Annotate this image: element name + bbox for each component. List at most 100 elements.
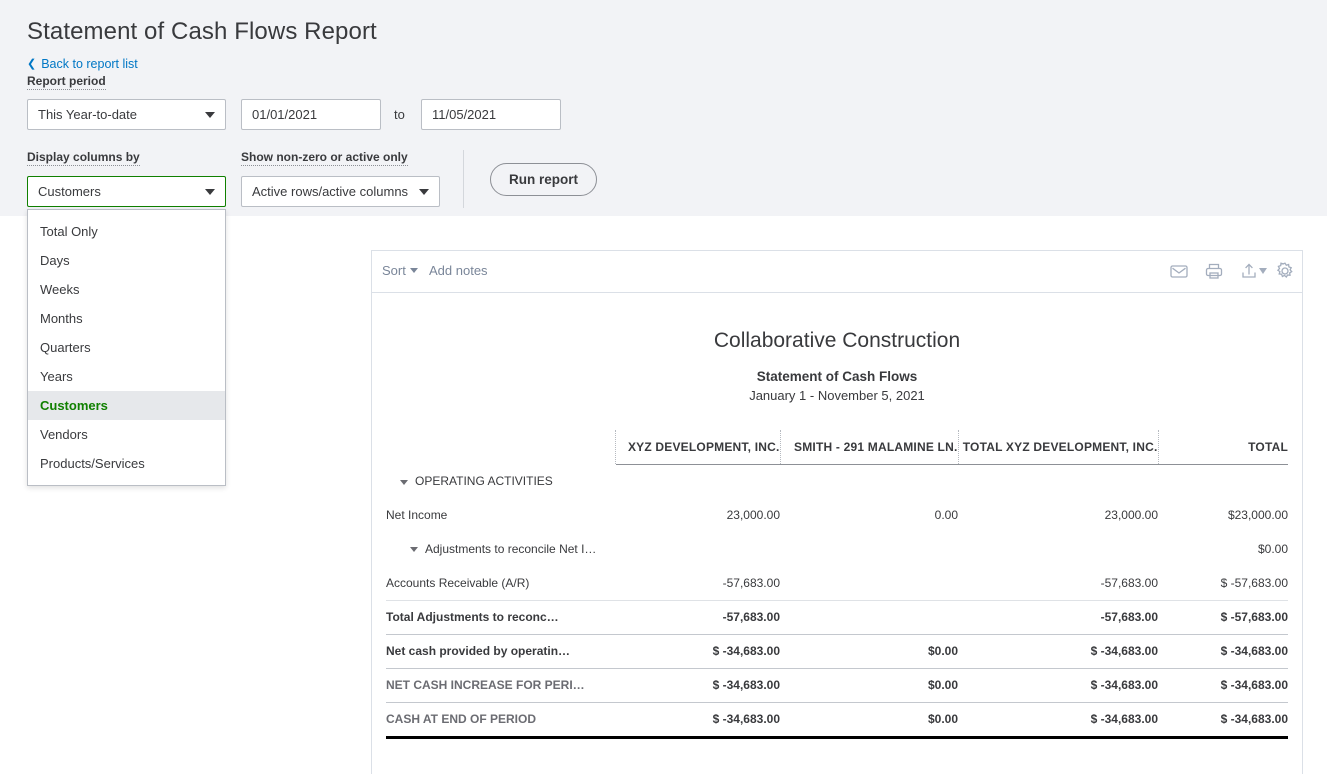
row-value-cell: -57,683.00 bbox=[615, 600, 780, 634]
dropdown-item-months[interactable]: Months bbox=[28, 304, 225, 333]
table-row: Adjustments to reconcile Net I… $0.00 bbox=[386, 532, 1288, 566]
show-nonzero-select[interactable]: Active rows/active columns bbox=[241, 176, 440, 207]
column-header-3: TOTAL XYZ DEVELOPMENT, INC. bbox=[958, 430, 1158, 464]
table-row: Accounts Receivable (A/R) -57,683.00 -57,6… bbox=[386, 566, 1288, 600]
email-icon[interactable] bbox=[1168, 260, 1190, 282]
row-value-cell: $23,000.00 bbox=[1158, 498, 1288, 532]
date-from-input[interactable]: 01/01/2021 bbox=[241, 99, 381, 130]
page-title: Statement of Cash Flows Report bbox=[27, 18, 377, 46]
toolbar-divider bbox=[463, 150, 464, 208]
dropdown-item-days[interactable]: Days bbox=[28, 246, 225, 275]
export-icon[interactable] bbox=[1238, 260, 1260, 282]
row-label: Total Adjustments to reconc… bbox=[386, 610, 559, 624]
table-row: Net cash provided by operatin…$ -34,683.… bbox=[386, 634, 1288, 668]
add-notes-button[interactable]: Add notes bbox=[429, 263, 488, 278]
row-value-cell: $ -34,683.00 bbox=[615, 634, 780, 668]
display-columns-label: Display columns by bbox=[27, 150, 140, 166]
show-nonzero-label: Show non-zero or active only bbox=[241, 150, 408, 166]
print-icon[interactable] bbox=[1203, 260, 1225, 282]
row-label-cell: Net cash provided by operatin… bbox=[386, 634, 615, 668]
run-report-button[interactable]: Run report bbox=[490, 163, 597, 196]
row-value-cell: -57,683.00 bbox=[958, 566, 1158, 600]
report-period-label: Report period bbox=[27, 74, 106, 90]
dropdown-item-total-only[interactable]: Total Only bbox=[28, 217, 225, 246]
row-value-cell: -57,683.00 bbox=[615, 566, 780, 600]
caret-down-icon[interactable] bbox=[400, 480, 408, 485]
row-label-cell: Total Adjustments to reconc… bbox=[386, 600, 615, 634]
table-head: XYZ DEVELOPMENT, INC.SMITH - 291 MALAMIN… bbox=[386, 430, 1288, 464]
row-label: OPERATING ACTIVITIES bbox=[415, 474, 553, 488]
date-range-to-label: to bbox=[394, 107, 405, 122]
row-value-cell bbox=[780, 600, 958, 634]
row-value-cell: 23,000.00 bbox=[958, 498, 1158, 532]
dropdown-item-vendors[interactable]: Vendors bbox=[28, 420, 225, 449]
report-period-select[interactable]: This Year-to-date bbox=[27, 99, 226, 130]
chevron-down-icon[interactable] bbox=[1259, 268, 1267, 274]
date-to-value: 11/05/2021 bbox=[432, 107, 496, 122]
dropdown-item-years[interactable]: Years bbox=[28, 362, 225, 391]
show-nonzero-value: Active rows/active columns bbox=[252, 184, 408, 199]
column-header-4: TOTAL bbox=[1158, 430, 1288, 464]
row-value-cell: $0.00 bbox=[780, 702, 958, 736]
dropdown-item-customers[interactable]: Customers bbox=[28, 391, 225, 420]
row-value-cell: $ -34,683.00 bbox=[1158, 668, 1288, 702]
date-to-input[interactable]: 11/05/2021 bbox=[421, 99, 561, 130]
row-label-cell: NET CASH INCREASE FOR PERI… bbox=[386, 668, 615, 702]
row-label: CASH AT END OF PERIOD bbox=[386, 712, 536, 726]
chevron-left-icon: ❮ bbox=[27, 59, 36, 70]
dropdown-item-products-services[interactable]: Products/Services bbox=[28, 449, 225, 478]
row-label-cell: Net Income bbox=[386, 498, 615, 532]
cash-flow-table: XYZ DEVELOPMENT, INC.SMITH - 291 MALAMIN… bbox=[386, 430, 1288, 736]
row-value-cell: $ -34,683.00 bbox=[958, 668, 1158, 702]
report-period-value: This Year-to-date bbox=[38, 107, 137, 122]
grand-total-rule bbox=[386, 736, 1288, 739]
row-value-cell: $0.00 bbox=[780, 634, 958, 668]
display-columns-value: Customers bbox=[38, 184, 101, 199]
caret-down-icon[interactable] bbox=[410, 547, 418, 552]
gear-icon[interactable] bbox=[1274, 260, 1296, 282]
row-value-cell bbox=[958, 464, 1158, 498]
row-value-cell: 23,000.00 bbox=[615, 498, 780, 532]
row-value-cell: $0.00 bbox=[780, 668, 958, 702]
row-value-cell bbox=[780, 532, 958, 566]
row-label: Net Income bbox=[386, 508, 447, 522]
row-label-cell: Accounts Receivable (A/R) bbox=[386, 566, 615, 600]
report-toolbar: Sort Add notes bbox=[372, 251, 1302, 293]
report-name: Statement of Cash Flows bbox=[386, 369, 1288, 384]
dropdown-item-quarters[interactable]: Quarters bbox=[28, 333, 225, 362]
row-value-cell bbox=[780, 464, 958, 498]
table-row: Total Adjustments to reconc… -57,683.00 -5… bbox=[386, 600, 1288, 634]
row-value-cell: -57,683.00 bbox=[958, 600, 1158, 634]
row-value-cell: $ -34,683.00 bbox=[1158, 634, 1288, 668]
back-to-report-list-link[interactable]: ❮ Back to report list bbox=[27, 57, 138, 71]
table-row: Net Income23,000.000.0023,000.00$23,000.… bbox=[386, 498, 1288, 532]
chevron-down-icon bbox=[205, 112, 215, 118]
dropdown-item-weeks[interactable]: Weeks bbox=[28, 275, 225, 304]
row-value-cell: $ -34,683.00 bbox=[1158, 702, 1288, 736]
sort-label: Sort bbox=[382, 263, 406, 278]
row-value-cell: $ -34,683.00 bbox=[958, 702, 1158, 736]
row-label: Accounts Receivable (A/R) bbox=[386, 576, 529, 590]
company-name: Collaborative Construction bbox=[386, 329, 1288, 353]
row-value-cell: $ -34,683.00 bbox=[615, 702, 780, 736]
display-columns-select[interactable]: Customers bbox=[27, 176, 226, 207]
row-value-cell bbox=[780, 566, 958, 600]
table-row: OPERATING ACTIVITIES bbox=[386, 464, 1288, 498]
chevron-down-icon bbox=[410, 268, 418, 273]
report-date-range: January 1 - November 5, 2021 bbox=[386, 388, 1288, 403]
row-value-cell: 0.00 bbox=[780, 498, 958, 532]
row-label-cell: Adjustments to reconcile Net I… bbox=[386, 532, 615, 566]
table-row: NET CASH INCREASE FOR PERI…$ -34,683.00$… bbox=[386, 668, 1288, 702]
row-value-cell: $0.00 bbox=[1158, 532, 1288, 566]
table-header-row: XYZ DEVELOPMENT, INC.SMITH - 291 MALAMIN… bbox=[386, 430, 1288, 464]
row-label: NET CASH INCREASE FOR PERI… bbox=[386, 678, 585, 692]
display-columns-dropdown-menu[interactable]: Total OnlyDaysWeeksMonthsQuartersYearsCu… bbox=[27, 209, 226, 486]
row-value-cell bbox=[615, 532, 780, 566]
report-filter-panel: Statement of Cash Flows Report ❮ Back to… bbox=[0, 0, 1327, 216]
row-value-cell: $ -57,683.00 bbox=[1158, 600, 1288, 634]
table-row: CASH AT END OF PERIOD$ -34,683.00$0.00$ … bbox=[386, 702, 1288, 736]
sort-button[interactable]: Sort bbox=[382, 263, 418, 278]
table-body: OPERATING ACTIVITIES Net Income 23,000.000… bbox=[386, 464, 1288, 736]
report-card: Sort Add notes bbox=[371, 250, 1303, 774]
column-header-1: XYZ DEVELOPMENT, INC. bbox=[615, 430, 780, 464]
